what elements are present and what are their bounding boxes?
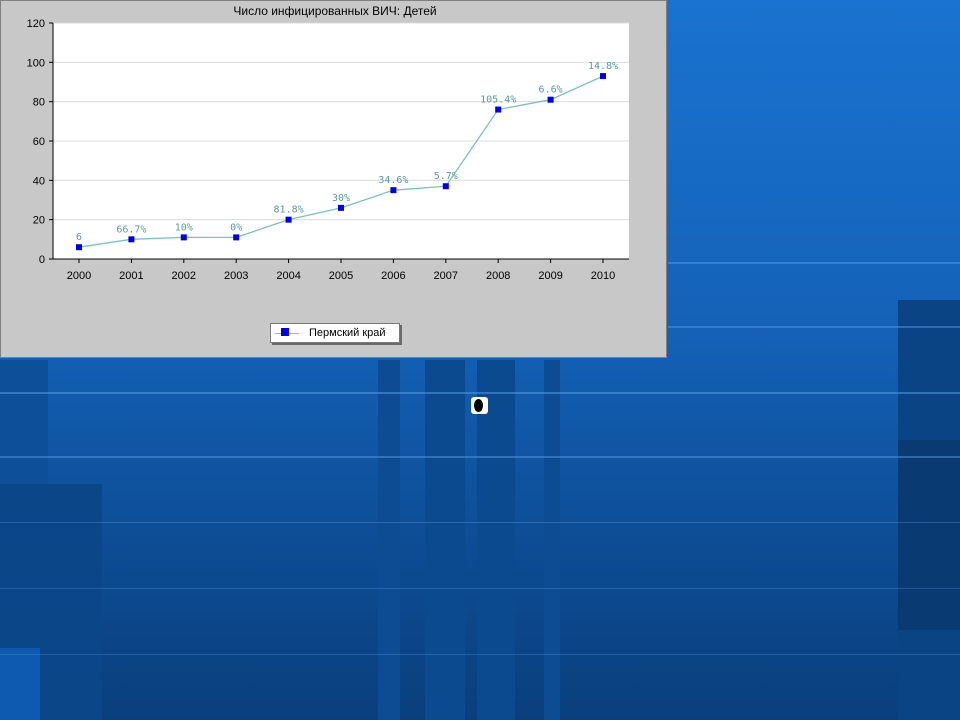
x-axis: 2000 2001 2002 2003 2004 2005 2006 2007 2008 2009… [53, 258, 629, 282]
background-band [0, 648, 40, 720]
y-tick-label: 0 [39, 254, 45, 266]
legend: Пермский край [270, 323, 400, 343]
y-tick-label: 20 [33, 215, 45, 227]
background-band [0, 522, 960, 523]
y-tick-label: 120 [27, 18, 45, 30]
background-band [0, 392, 960, 394]
data-label: 105.4% [480, 95, 516, 106]
x-tick-label: 2009 [538, 270, 562, 282]
background-band [378, 360, 400, 720]
y-tick-label: 60 [33, 136, 45, 148]
data-point [442, 183, 449, 190]
y-tick-label: 80 [33, 97, 45, 109]
data-point [390, 187, 397, 194]
data-label: 6 [76, 232, 82, 243]
data-label: 34.6% [378, 175, 408, 186]
data-point [338, 204, 344, 211]
x-tick-label: 2002 [172, 270, 196, 282]
data-point [76, 244, 82, 251]
chart-title: Число инфицированных ВИЧ: Детей [233, 4, 436, 18]
background-band [668, 262, 960, 264]
y-tick-label: 100 [27, 57, 45, 69]
data-label: 10% [175, 222, 193, 233]
x-tick-label: 2007 [434, 270, 458, 282]
x-tick-label: 2010 [591, 270, 615, 282]
x-tick-label: 2008 [486, 270, 510, 282]
background-band [0, 588, 960, 589]
x-tick-label: 2000 [67, 270, 91, 282]
data-label: 66.7% [116, 224, 146, 235]
background-band [898, 440, 960, 630]
data-label: 81.8% [274, 205, 304, 216]
x-tick-label: 2001 [119, 270, 143, 282]
data-label: 5.7% [434, 171, 458, 182]
data-point [180, 234, 187, 241]
data-label: 0% [230, 222, 242, 233]
data-label: 6.6% [539, 85, 563, 96]
legend-label: Пермский край [309, 327, 386, 339]
data-point [233, 234, 240, 241]
legend-swatch [273, 324, 301, 342]
data-point [547, 96, 554, 103]
x-tick-label: 2005 [329, 270, 353, 282]
cursor-icon [471, 397, 488, 414]
line-chart: Число инфицированных ВИЧ: Детей 0 20 40 60 8… [27, 4, 629, 282]
background-band [425, 360, 465, 720]
background-band [0, 654, 960, 655]
y-axis: 0 20 40 60 80 100 120 [27, 18, 54, 266]
background-band [0, 456, 960, 458]
x-tick-label: 2006 [381, 270, 405, 282]
data-label: 30% [332, 193, 350, 204]
data-point [600, 73, 606, 80]
data-point [495, 106, 502, 113]
background-band [477, 360, 515, 720]
background-band [668, 326, 960, 328]
x-tick-label: 2003 [224, 270, 248, 282]
data-point [128, 236, 135, 243]
data-label: 14.8% [588, 61, 618, 72]
background-band [544, 360, 560, 720]
chart-window: Число инфицированных ВИЧ: Детей 0 20 40 60 8… [0, 0, 667, 358]
x-tick-label: 2004 [276, 270, 300, 282]
data-point [285, 216, 292, 223]
y-tick-label: 40 [33, 175, 45, 187]
